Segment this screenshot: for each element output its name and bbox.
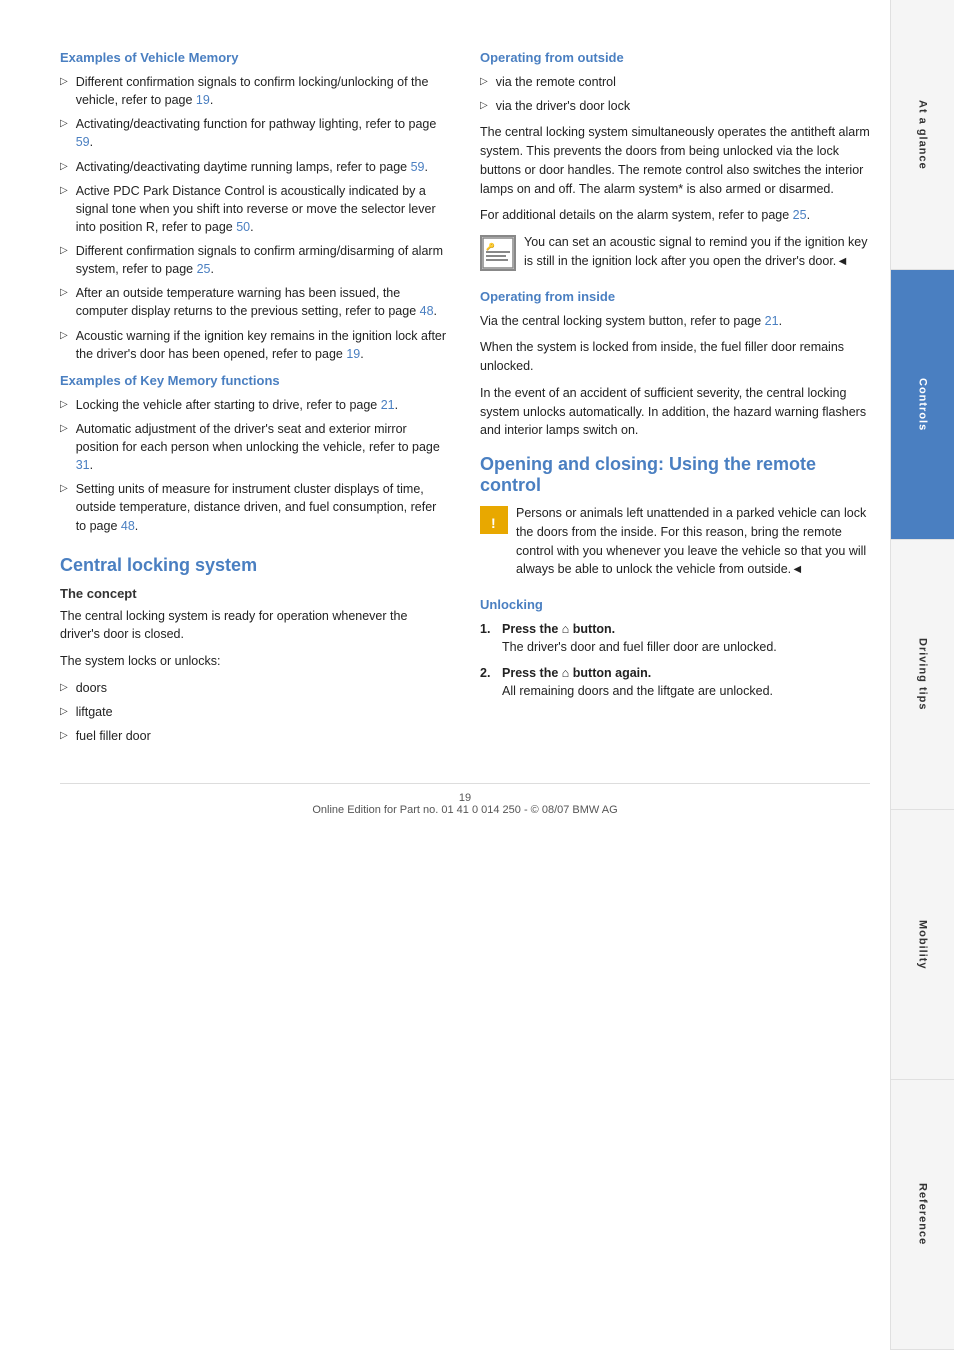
operating-inside-text3: In the event of an accident of sufficien… [480,384,870,440]
sidebar-tab-at-a-glance[interactable]: At a glance [891,0,954,270]
operating-inside-text2: When the system is locked from inside, t… [480,338,870,376]
list-item: Automatic adjustment of the driver's sea… [60,420,450,474]
sidebar-tab-mobility[interactable]: Mobility [891,810,954,1080]
step-main-1: Press the ⌂ button. [502,622,615,636]
unlocking-heading: Unlocking [480,597,870,612]
step-sub-2: All remaining doors and the liftgate are… [502,684,773,698]
warning-text: Persons or animals left unattended in a … [516,504,870,579]
list-item: Activating/deactivating function for pat… [60,115,450,151]
central-locking-section: Central locking system The concept The c… [60,555,450,746]
page-link-25[interactable]: 25 [793,208,807,222]
list-item: doors [60,679,450,697]
page-wrapper: Examples of Vehicle Memory Different con… [0,0,954,1350]
central-locking-heading: Central locking system [60,555,450,576]
operating-outside-heading: Operating from outside [480,50,870,65]
page-link-25a[interactable]: 25 [197,262,211,276]
page-link-19a[interactable]: 19 [196,93,210,107]
concept-text1: The central locking system is ready for … [60,607,450,645]
list-item: Different confirmation signals to confir… [60,242,450,278]
note-text: You can set an acoustic signal to remind… [524,233,870,271]
list-item: liftgate [60,703,450,721]
list-item: Locking the vehicle after starting to dr… [60,396,450,414]
note-icon: 🔑 [480,235,516,271]
vehicle-memory-heading: Examples of Vehicle Memory [60,50,450,65]
page-link-19b[interactable]: 19 [346,347,360,361]
unlocking-steps: 1. Press the ⌂ button. The driver's door… [480,620,870,701]
operating-outside-text2: For additional details on the alarm syst… [480,206,870,225]
warning-box: ! Persons or animals left unattended in … [480,504,870,587]
list-item: 1. Press the ⌂ button. The driver's door… [480,620,870,656]
operating-outside-list: via the remote control via the driver's … [480,73,870,115]
key-memory-heading: Examples of Key Memory functions [60,373,450,388]
left-column: Examples of Vehicle Memory Different con… [60,40,450,753]
list-item: via the driver's door lock [480,97,870,115]
note-box: 🔑 You can set an acoustic signal to remi… [480,233,870,279]
vehicle-memory-list: Different confirmation signals to confir… [60,73,450,363]
concept-heading: The concept [60,586,450,601]
opening-closing-section: Opening and closing: Using the remote co… [480,454,870,701]
svg-text:!: ! [491,515,496,531]
list-item: Active PDC Park Distance Control is acou… [60,182,450,236]
page-link-48b[interactable]: 48 [121,519,135,533]
key-memory-list: Locking the vehicle after starting to dr… [60,396,450,535]
right-sidebar: At a glance Controls Driving tips Mobili… [890,0,954,1350]
page-link-50[interactable]: 50 [236,220,250,234]
step-main-2: Press the ⌂ button again. [502,666,651,680]
step-sub-1: The driver's door and fuel filler door a… [502,640,777,654]
main-content: Examples of Vehicle Memory Different con… [0,0,890,1350]
opening-closing-heading: Opening and closing: Using the remote co… [480,454,870,496]
sidebar-tab-controls[interactable]: Controls [891,270,954,540]
footer-text: Online Edition for Part no. 01 41 0 014 … [312,804,617,816]
operating-inside-text1: Via the central locking system button, r… [480,312,870,331]
page-link-31[interactable]: 31 [76,458,90,472]
warning-icon: ! [480,506,508,534]
list-item: Activating/deactivating daytime running … [60,158,450,176]
page-link-21[interactable]: 21 [381,398,395,412]
list-item: Different confirmation signals to confir… [60,73,450,109]
page-number: 19 [459,792,471,804]
top-two-col: Examples of Vehicle Memory Different con… [60,40,870,753]
operating-inside-heading: Operating from inside [480,289,870,304]
footer: 19 Online Edition for Part no. 01 41 0 0… [60,783,870,816]
page-link-59b[interactable]: 59 [411,160,425,174]
list-item: After an outside temperature warning has… [60,284,450,320]
list-item: via the remote control [480,73,870,91]
concept-list: doors liftgate fuel filler door [60,679,450,745]
list-item: fuel filler door [60,727,450,745]
list-item: Acoustic warning if the ignition key rem… [60,327,450,363]
concept-text2: The system locks or unlocks: [60,652,450,671]
operating-outside-text1: The central locking system simultaneousl… [480,123,870,198]
list-item: Setting units of measure for instrument … [60,480,450,534]
sidebar-tab-reference[interactable]: Reference [891,1080,954,1350]
svg-text:🔑: 🔑 [486,242,495,251]
sidebar-tab-driving-tips[interactable]: Driving tips [891,540,954,810]
list-item: 2. Press the ⌂ button again. All remaini… [480,664,870,700]
page-link-48a[interactable]: 48 [420,304,434,318]
page-link-21a[interactable]: 21 [765,314,779,328]
right-column: Operating from outside via the remote co… [480,40,870,753]
page-link-59a[interactable]: 59 [76,135,90,149]
